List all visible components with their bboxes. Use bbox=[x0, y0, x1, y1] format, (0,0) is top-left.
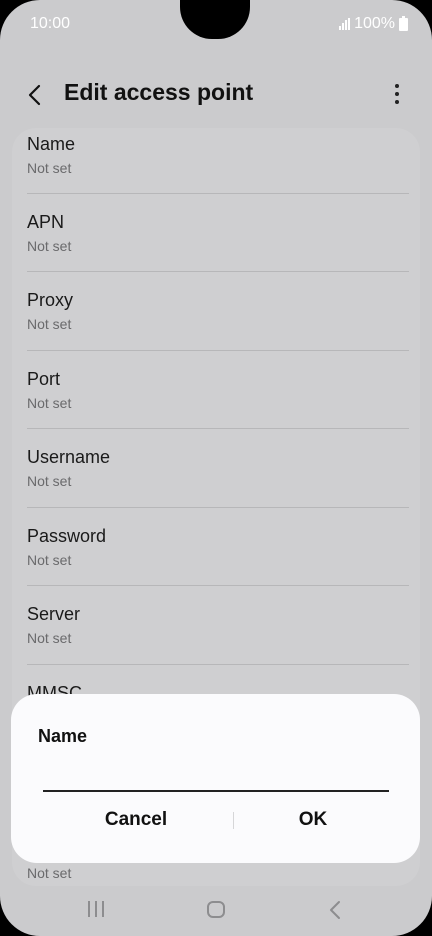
signal-icon bbox=[339, 18, 351, 30]
more-vertical-icon bbox=[395, 84, 399, 88]
list-item-subtitle: Not set bbox=[27, 630, 72, 646]
back-button[interactable] bbox=[18, 78, 52, 112]
nav-back-icon bbox=[330, 901, 340, 919]
list-item-apn[interactable]: APN Not set bbox=[12, 194, 420, 272]
list-item-title: APN bbox=[27, 212, 65, 232]
navigation-bar bbox=[0, 888, 432, 936]
list-item-port[interactable]: Port Not set bbox=[12, 351, 420, 429]
dialog-title: Name bbox=[38, 726, 88, 746]
list-item-subtitle: Not set bbox=[27, 473, 72, 489]
list-item-subtitle: Not set bbox=[27, 552, 72, 568]
battery-icon bbox=[399, 15, 408, 31]
cancel-button[interactable]: Cancel bbox=[51, 800, 221, 840]
list-item-password[interactable]: Password Not set bbox=[12, 508, 420, 586]
list-item-title: Username bbox=[27, 447, 111, 467]
list-item-username[interactable]: Username Not set bbox=[12, 429, 420, 507]
list-item-proxy[interactable]: Proxy Not set bbox=[12, 272, 420, 350]
app-bar: Edit access point bbox=[0, 70, 432, 116]
recents-icon bbox=[88, 901, 90, 917]
list-item-subtitle: Not set bbox=[27, 865, 72, 881]
list-item-subtitle: Not set bbox=[27, 316, 72, 332]
list-item-title: Proxy bbox=[27, 290, 74, 310]
status-icons: 100% bbox=[339, 15, 408, 33]
status-bar: 10:00 100% bbox=[0, 0, 432, 50]
battery-percent: 100% bbox=[354, 15, 395, 32]
name-input[interactable] bbox=[43, 758, 389, 792]
list-item-subtitle: Not set bbox=[27, 160, 72, 176]
page-title: Edit access point bbox=[64, 79, 254, 105]
list-item-subtitle: Not set bbox=[27, 238, 72, 254]
status-time: 10:00 bbox=[30, 15, 71, 32]
list-item-title: Server bbox=[27, 604, 81, 624]
name-dialog: Name Cancel OK bbox=[11, 694, 420, 863]
ok-button[interactable]: OK bbox=[228, 800, 398, 840]
home-button[interactable] bbox=[207, 901, 225, 918]
list-item-title: Port bbox=[27, 369, 61, 389]
list-item-server[interactable]: Server Not set bbox=[12, 586, 420, 664]
camera-notch bbox=[180, 0, 250, 39]
list-item-title: Name bbox=[27, 134, 76, 154]
list-item-title: Password bbox=[27, 526, 107, 546]
more-options-button[interactable] bbox=[382, 78, 412, 110]
chevron-left-icon bbox=[28, 84, 41, 106]
nav-back-button[interactable] bbox=[328, 899, 342, 926]
phone-screen: 10:00 100% Edit access point Name Not se… bbox=[0, 0, 432, 936]
recents-button[interactable] bbox=[88, 901, 104, 917]
list-item-subtitle: Not set bbox=[27, 395, 72, 411]
